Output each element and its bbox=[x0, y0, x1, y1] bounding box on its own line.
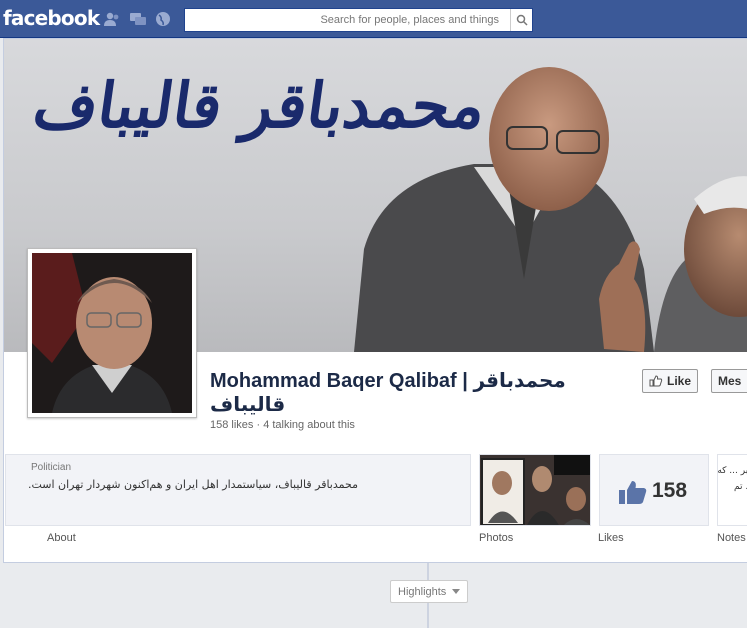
about-box[interactable]: Politician محمدباقر قالیباف، سیاستمدار ا… bbox=[5, 454, 471, 526]
photos-tile[interactable] bbox=[479, 454, 591, 526]
page-stats[interactable]: 158 likes · 4 talking about this bbox=[210, 419, 355, 431]
page-description: محمدباقر قالیباف، سیاستمدار اهل ایران و … bbox=[27, 478, 358, 491]
search-button[interactable] bbox=[510, 9, 532, 31]
notes-tile[interactable]: خبر ... که ... تم bbox=[717, 454, 747, 526]
thumbs-up-icon bbox=[649, 375, 663, 387]
highlights-label: Highlights bbox=[398, 585, 447, 598]
search-icon bbox=[516, 14, 528, 26]
message-button[interactable]: Mes bbox=[711, 369, 747, 393]
likes-tile[interactable]: 158 bbox=[599, 454, 709, 526]
notifications-globe-icon[interactable] bbox=[154, 11, 172, 27]
page-card: محمدباقر قالیباف Mohammad Baqer Qalibaf … bbox=[3, 38, 747, 563]
profile-photo-image bbox=[32, 253, 192, 413]
chevron-down-icon bbox=[452, 589, 461, 594]
profile-picture[interactable] bbox=[27, 248, 197, 418]
message-button-label: Mes bbox=[718, 374, 742, 388]
like-button-label: Like bbox=[667, 374, 692, 388]
photos-thumbnail-image bbox=[480, 455, 590, 525]
notes-preview: خبر ... که ... تم bbox=[717, 466, 747, 492]
likes-count: 158 bbox=[652, 479, 688, 502]
facebook-logo[interactable]: facebook bbox=[3, 6, 100, 30]
thumbs-up-icon bbox=[619, 481, 647, 504]
friend-requests-icon[interactable] bbox=[103, 11, 121, 27]
messages-icon[interactable] bbox=[129, 11, 147, 27]
top-bar: facebook bbox=[0, 0, 747, 38]
tab-photos[interactable]: Photos bbox=[479, 532, 513, 544]
highlights-dropdown[interactable]: Highlights bbox=[390, 580, 469, 603]
tab-about[interactable]: About bbox=[47, 532, 76, 544]
tab-likes[interactable]: Likes bbox=[598, 532, 624, 544]
search-box bbox=[184, 8, 533, 32]
search-input[interactable] bbox=[185, 9, 505, 31]
like-button[interactable]: Like bbox=[642, 369, 699, 393]
tab-notes[interactable]: Notes bbox=[717, 532, 746, 544]
page-name: Mohammad Baqer Qalibaf | محمدباقر قالیبا… bbox=[210, 370, 566, 416]
page-category: Politician bbox=[31, 462, 72, 473]
